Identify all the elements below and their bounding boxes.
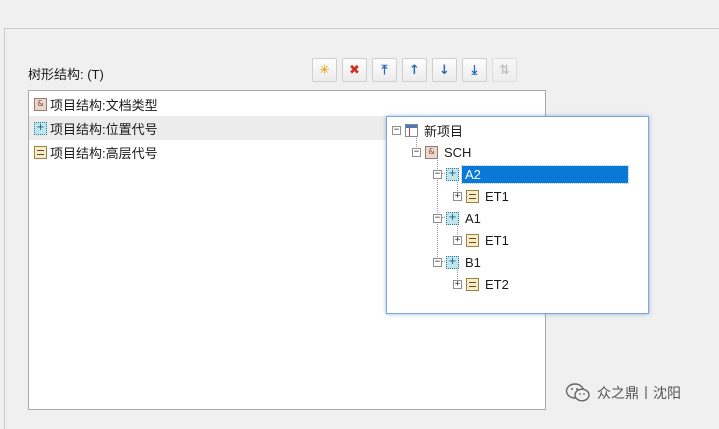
collapse-toggle[interactable]: −	[392, 125, 401, 135]
new-icon: ✳	[319, 62, 330, 78]
move-up-button[interactable]: ↑	[402, 58, 427, 82]
watermark: 众之鼎丨沈阳	[565, 382, 681, 404]
sort-icon: ⇅	[499, 62, 510, 78]
move-bottom-icon: ⤓	[471, 62, 478, 78]
tree-node-a1-et1[interactable]: + ET1	[453, 230, 512, 250]
delete-icon: ✖	[349, 62, 360, 78]
list-item-label: 项目结构:位置代号	[50, 121, 158, 137]
move-top-icon: ⤒	[381, 62, 388, 78]
list-item-label: 项目结构:高层代号	[50, 145, 158, 161]
collapse-toggle[interactable]: −	[433, 257, 442, 267]
new-button[interactable]: ✳	[312, 58, 337, 82]
collapse-toggle[interactable]: −	[433, 213, 442, 223]
wechat-icon	[565, 383, 590, 402]
expand-toggle[interactable]: +	[453, 279, 462, 289]
level-code-icon	[466, 277, 479, 291]
doc-type-icon: &	[34, 97, 47, 111]
tree-node-label: B1	[465, 254, 481, 270]
location-code-icon: +	[446, 255, 459, 269]
project-icon	[405, 123, 418, 137]
doc-type-icon: &	[425, 145, 438, 159]
tree-node-label: SCH	[444, 144, 472, 160]
tree-node-label: A2	[461, 164, 629, 184]
sort-button[interactable]: ⇅	[492, 58, 517, 82]
arrow-up-icon: ↑	[409, 62, 420, 78]
toolbar: ✳ ✖ ⤒ ↑ ↓ ⤓ ⇅	[312, 58, 517, 82]
location-code-icon: +	[34, 121, 47, 135]
expand-toggle[interactable]: +	[453, 191, 462, 201]
list-item[interactable]: & 项目结构:文档类型	[29, 92, 545, 116]
tree-node-b1-et2[interactable]: + ET2	[453, 274, 512, 294]
location-code-icon: +	[446, 211, 459, 225]
level-code-icon	[34, 145, 47, 159]
collapse-toggle[interactable]: −	[433, 169, 442, 179]
expand-toggle[interactable]: +	[453, 235, 462, 245]
level-code-icon	[466, 233, 479, 247]
tree-node-sch[interactable]: − & SCH	[412, 142, 474, 162]
watermark-text: 众之鼎丨沈阳	[597, 385, 681, 401]
tree-node-a2[interactable]: − + A2	[433, 164, 629, 184]
tree-structure-label: 树形结构: (T)	[28, 67, 104, 82]
tree-node-label: ET2	[485, 276, 509, 292]
tree-node-a2-et1[interactable]: + ET1	[453, 186, 512, 206]
location-code-icon: +	[446, 167, 459, 181]
collapse-toggle[interactable]: −	[412, 147, 421, 157]
tree-node-a1[interactable]: − + A1	[433, 208, 484, 228]
move-bottom-button[interactable]: ⤓	[462, 58, 487, 82]
arrow-down-icon: ↓	[439, 62, 450, 78]
tree-node-root[interactable]: − 新项目	[392, 120, 466, 140]
move-top-button[interactable]: ⤒	[372, 58, 397, 82]
structure-tree-popup[interactable]: − 新项目 − & SCH − + A2 + ET1 − + A1 + ET1 …	[386, 116, 649, 314]
tree-node-label: ET1	[485, 232, 509, 248]
tree-node-b1[interactable]: − + B1	[433, 252, 484, 272]
delete-button[interactable]: ✖	[342, 58, 367, 82]
tree-node-label: A1	[465, 210, 481, 226]
move-down-button[interactable]: ↓	[432, 58, 457, 82]
list-item-label: 项目结构:文档类型	[50, 97, 158, 113]
level-code-icon	[466, 189, 479, 203]
tree-node-label: ET1	[485, 188, 509, 204]
tree-node-label: 新项目	[424, 123, 464, 139]
